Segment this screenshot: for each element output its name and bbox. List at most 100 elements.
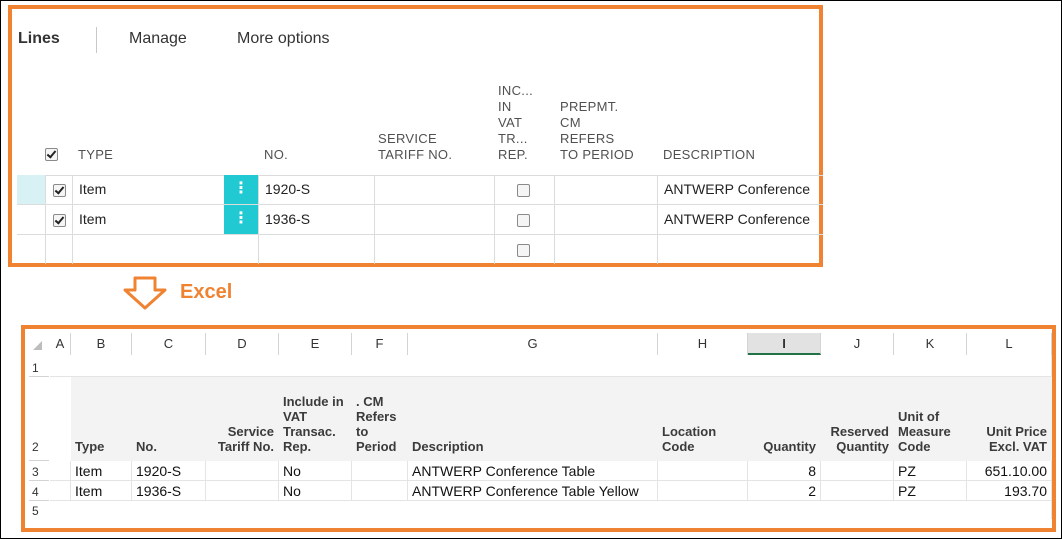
select-all-corner[interactable] [33, 341, 42, 350]
cell-description[interactable]: ANTWERP Conference Table Yellow [408, 481, 658, 501]
table-row[interactable]: Item ⋮ 1920-S ANTWERP Conference [17, 175, 823, 205]
sheet-row-5[interactable] [50, 501, 1052, 519]
xl-header-price[interactable]: Unit Price Excl. VAT [967, 424, 1052, 454]
cell-type[interactable]: Item [72, 205, 224, 234]
toolbar-divider [96, 27, 97, 53]
column-header-b[interactable]: B [71, 333, 132, 355]
cell-location[interactable] [658, 461, 748, 481]
excel-label: Excel [180, 281, 233, 303]
column-header-a[interactable]: A [50, 333, 71, 355]
xl-header-include[interactable]: Include in VAT Transac. Rep. [279, 394, 352, 454]
cell-no[interactable]: 1936-S [258, 205, 374, 234]
header-type[interactable]: TYPE [78, 147, 113, 163]
column-header-g[interactable]: G [408, 333, 658, 355]
cell-description[interactable]: ANTWERP Conference [657, 205, 823, 234]
row-select-checkbox[interactable] [45, 235, 72, 264]
header-service-tariff[interactable]: SERVICE TARIFF NO. [378, 131, 452, 163]
row-header-2[interactable]: 2 [29, 377, 49, 461]
cell-type[interactable]: Item [71, 481, 132, 501]
cell-a4[interactable] [50, 481, 71, 501]
cell-reserved[interactable] [821, 481, 894, 501]
cell-prepmt[interactable] [554, 175, 657, 204]
cell-no[interactable]: 1920-S [258, 175, 374, 204]
sheet-row-1[interactable] [50, 355, 1052, 377]
row-header-1[interactable]: 1 [29, 355, 49, 377]
cell-cm[interactable] [352, 461, 408, 481]
cell-price[interactable]: 193.70 [967, 481, 1052, 501]
tab-lines[interactable]: Lines [18, 30, 60, 48]
cell-service[interactable] [206, 461, 279, 481]
cell-description[interactable]: ANTWERP Conference Table [408, 461, 658, 481]
cell-include-vat[interactable] [494, 235, 554, 264]
down-arrow-icon [123, 276, 167, 310]
xl-header-uom[interactable]: Unit of Measure Code [894, 409, 967, 454]
cell-quantity[interactable]: 2 [748, 481, 821, 501]
cell-type[interactable]: Item [72, 175, 224, 204]
header-prepmt-cm-period[interactable]: PREPMT. CM REFERS TO PERIOD [560, 99, 634, 163]
row-header-4[interactable]: 4 [29, 481, 49, 501]
cell-a3[interactable] [50, 461, 71, 481]
xl-header-quantity[interactable]: Quantity [748, 439, 821, 454]
row-header-3[interactable]: 3 [29, 461, 49, 481]
xl-header-reserved[interactable]: Reserved Quantity [821, 424, 894, 454]
table-row[interactable] [17, 235, 823, 264]
cell-include[interactable]: No [279, 461, 352, 481]
cell-description[interactable] [657, 235, 823, 264]
cell-uom[interactable]: PZ [894, 481, 967, 501]
cell-service[interactable] [206, 481, 279, 501]
cell-include-vat[interactable] [494, 175, 554, 204]
bc-lines-panel: Lines Manage More options TYPE NO. SERVI… [8, 5, 823, 267]
column-header-d[interactable]: D [206, 333, 279, 355]
select-all-checkbox[interactable] [45, 146, 58, 162]
header-description[interactable]: DESCRIPTION [663, 147, 755, 163]
column-header-i[interactable]: I [748, 333, 821, 355]
cell-uom[interactable]: PZ [894, 461, 967, 481]
cell-quantity[interactable]: 8 [748, 461, 821, 481]
row-indicator [17, 175, 45, 204]
excel-sheet-panel: A B C D E F G H I J K L 1 2 3 4 5 Type N… [21, 325, 1056, 532]
column-header-f[interactable]: F [352, 333, 408, 355]
cell-type[interactable]: Item [71, 461, 132, 481]
tab-more-options[interactable]: More options [237, 30, 330, 48]
column-header-k[interactable]: K [894, 333, 967, 355]
row-actions-icon[interactable]: ⋮ [224, 175, 258, 204]
row-indicator [17, 205, 45, 234]
cell-no[interactable] [258, 235, 374, 264]
header-include-vat[interactable]: INC... IN VAT TR... REP. [498, 83, 533, 163]
xl-header-type[interactable]: Type [71, 439, 132, 454]
cell-location[interactable] [658, 481, 748, 501]
row-select-checkbox[interactable] [45, 175, 72, 204]
table-row[interactable]: Item ⋮ 1936-S ANTWERP Conference [17, 205, 823, 235]
cell-no[interactable]: 1936-S [132, 481, 206, 501]
cell-service-tariff[interactable] [374, 175, 494, 204]
column-header-l[interactable]: L [967, 333, 1052, 355]
cell-cm[interactable] [352, 481, 408, 501]
row-actions-icon[interactable]: ⋮ [224, 205, 258, 234]
cell-no[interactable]: 1920-S [132, 461, 206, 481]
row-indicator [17, 235, 45, 264]
cell-service-tariff[interactable] [374, 235, 494, 264]
cell-description[interactable]: ANTWERP Conference [657, 175, 823, 204]
xl-header-cm-period[interactable]: . CM Refers to Period [352, 394, 408, 454]
column-header-e[interactable]: E [279, 333, 352, 355]
xl-header-location[interactable]: Location Code [658, 424, 748, 454]
column-header-j[interactable]: J [821, 333, 894, 355]
row-select-checkbox[interactable] [45, 205, 72, 234]
xl-header-no[interactable]: No. [132, 439, 206, 454]
cell-type[interactable] [72, 235, 258, 264]
cell-reserved[interactable] [821, 461, 894, 481]
xl-header-description[interactable]: Description [408, 439, 658, 454]
cell-include[interactable]: No [279, 481, 352, 501]
column-header-h[interactable]: H [658, 333, 748, 355]
xl-header-service[interactable]: Service Tariff No. [206, 424, 279, 454]
cell-prepmt[interactable] [554, 205, 657, 234]
cell-include-vat[interactable] [494, 205, 554, 234]
cell-prepmt[interactable] [554, 235, 657, 264]
cell-service-tariff[interactable] [374, 205, 494, 234]
cell-price[interactable]: 651.10.00 [967, 461, 1052, 481]
tab-manage[interactable]: Manage [129, 30, 187, 48]
column-header-c[interactable]: C [132, 333, 206, 355]
lines-toolbar: Lines Manage More options [12, 9, 819, 73]
header-no[interactable]: NO. [264, 147, 288, 163]
row-header-5[interactable]: 5 [29, 501, 49, 519]
